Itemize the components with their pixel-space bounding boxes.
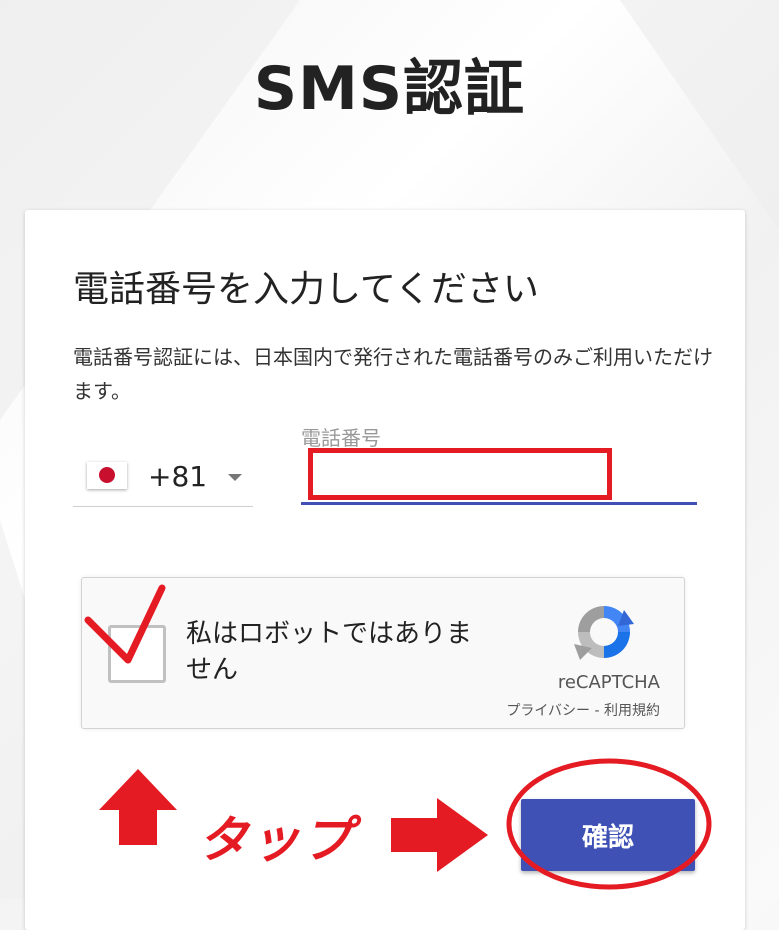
chevron-down-icon (228, 474, 242, 481)
recaptcha-checkbox[interactable] (108, 625, 166, 683)
recaptcha-label: 私はロボットではありません (186, 619, 473, 685)
japan-flag-icon (87, 462, 127, 489)
card-heading: 電話番号を入力してください (73, 269, 539, 310)
recaptcha-logo-icon (574, 606, 634, 660)
card-description: 電話番号認証には、日本国内で発行された電話番号のみご利用いただけます。 (73, 345, 713, 403)
tap-label: タップ (198, 811, 354, 869)
page-title: SMS認証 (253, 54, 526, 124)
confirm-button[interactable]: 確認 (521, 799, 695, 871)
recaptcha-widget: 私はロボットではありません reCAPTCHA プライバシー - 利用規約 (81, 577, 685, 729)
phone-number-input[interactable] (301, 446, 697, 505)
dial-code: +81 (148, 460, 208, 493)
verification-card: 電話番号を入力してください 電話番号認証には、日本国内で発行された電話番号のみご… (25, 210, 745, 930)
recaptcha-links[interactable]: プライバシー - 利用規約 (442, 700, 660, 720)
country-code-select[interactable]: +81 (73, 450, 253, 507)
recaptcha-brand: reCAPTCHA (557, 672, 660, 693)
